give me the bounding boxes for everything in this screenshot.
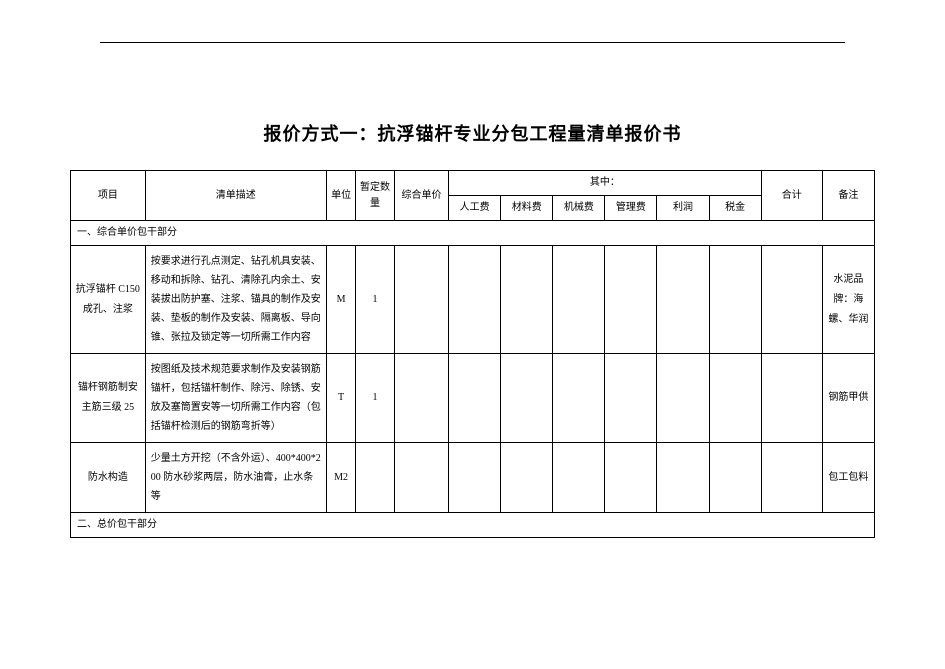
document-title: 报价方式一：抗浮锚杆专业分包工程量清单报价书: [70, 120, 875, 146]
table-row: 防水构造 少量土方开挖（不含外运）、400*400*200 防水砂浆两层，防水油…: [71, 443, 875, 513]
header-price: 综合单价: [394, 171, 448, 221]
cell-machine: [553, 354, 605, 443]
cell-remark: 钢筋甲供: [822, 354, 874, 443]
section-1-label: 一、综合单价包干部分: [71, 221, 875, 246]
table-body: 一、综合单价包干部分 抗浮锚杆 C150 成孔、注浆 按要求进行孔点测定、钻孔机…: [71, 221, 875, 538]
table-header: 项目 清单描述 单位 暂定数量 综合单价 其中： 合计 备注 人工费 材料费 机…: [71, 171, 875, 221]
cell-labor: [449, 443, 501, 513]
header-manage: 管理费: [605, 196, 657, 221]
header-remark: 备注: [822, 171, 874, 221]
cell-labor: [449, 246, 501, 354]
cell-profit: [657, 443, 709, 513]
cell-profit: [657, 354, 709, 443]
table-row: 抗浮锚杆 C150 成孔、注浆 按要求进行孔点测定、钻孔机具安装、移动和拆除、钻…: [71, 246, 875, 354]
header-profit: 利润: [657, 196, 709, 221]
cell-unit: T: [326, 354, 355, 443]
cell-tax: [709, 246, 761, 354]
header-desc: 清单描述: [145, 171, 326, 221]
cell-desc: 少量土方开挖（不含外运）、400*400*200 防水砂浆两层，防水油膏，止水条…: [145, 443, 326, 513]
cell-manage: [605, 354, 657, 443]
cell-labor: [449, 354, 501, 443]
cell-project: 防水构造: [71, 443, 146, 513]
cell-remark: 水泥品牌：海螺、华润: [822, 246, 874, 354]
table-row: 锚杆钢筋制安主筋三级 25 按图纸及技术规范要求制作及安装钢筋锚杆，包括锚杆制作…: [71, 354, 875, 443]
quote-table: 项目 清单描述 单位 暂定数量 综合单价 其中： 合计 备注 人工费 材料费 机…: [70, 170, 875, 538]
cell-total: [761, 443, 822, 513]
cell-project: 抗浮锚杆 C150 成孔、注浆: [71, 246, 146, 354]
cell-manage: [605, 443, 657, 513]
top-horizontal-rule: [100, 42, 845, 43]
header-labor: 人工费: [449, 196, 501, 221]
cell-price: [394, 354, 448, 443]
cell-price: [394, 246, 448, 354]
cell-qty: [356, 443, 394, 513]
section-2-label: 二、总价包干部分: [71, 513, 875, 538]
cell-material: [501, 246, 553, 354]
cell-qty: 1: [356, 354, 394, 443]
section-2-row: 二、总价包干部分: [71, 513, 875, 538]
cell-unit: M2: [326, 443, 355, 513]
header-breakdown: 其中：: [449, 171, 762, 196]
cell-material: [501, 354, 553, 443]
cell-tax: [709, 443, 761, 513]
cell-desc: 按要求进行孔点测定、钻孔机具安装、移动和拆除、钻孔、清除孔内余土、安装拔出防护塞…: [145, 246, 326, 354]
header-machine: 机械费: [553, 196, 605, 221]
cell-remark: 包工包料: [822, 443, 874, 513]
header-total: 合计: [761, 171, 822, 221]
cell-manage: [605, 246, 657, 354]
cell-machine: [553, 443, 605, 513]
cell-unit: M: [326, 246, 355, 354]
cell-desc: 按图纸及技术规范要求制作及安装钢筋锚杆，包括锚杆制作、除污、除锈、安放及塞筒置安…: [145, 354, 326, 443]
header-qty: 暂定数量: [356, 171, 394, 221]
cell-machine: [553, 246, 605, 354]
header-unit: 单位: [326, 171, 355, 221]
cell-total: [761, 354, 822, 443]
cell-tax: [709, 354, 761, 443]
page: 报价方式一：抗浮锚杆专业分包工程量清单报价书 项目 清单描述 单位 暂定数量 综…: [0, 0, 945, 578]
cell-profit: [657, 246, 709, 354]
cell-material: [501, 443, 553, 513]
cell-total: [761, 246, 822, 354]
cell-price: [394, 443, 448, 513]
section-1-row: 一、综合单价包干部分: [71, 221, 875, 246]
header-material: 材料费: [501, 196, 553, 221]
cell-project: 锚杆钢筋制安主筋三级 25: [71, 354, 146, 443]
header-project: 项目: [71, 171, 146, 221]
header-tax: 税金: [709, 196, 761, 221]
cell-qty: 1: [356, 246, 394, 354]
